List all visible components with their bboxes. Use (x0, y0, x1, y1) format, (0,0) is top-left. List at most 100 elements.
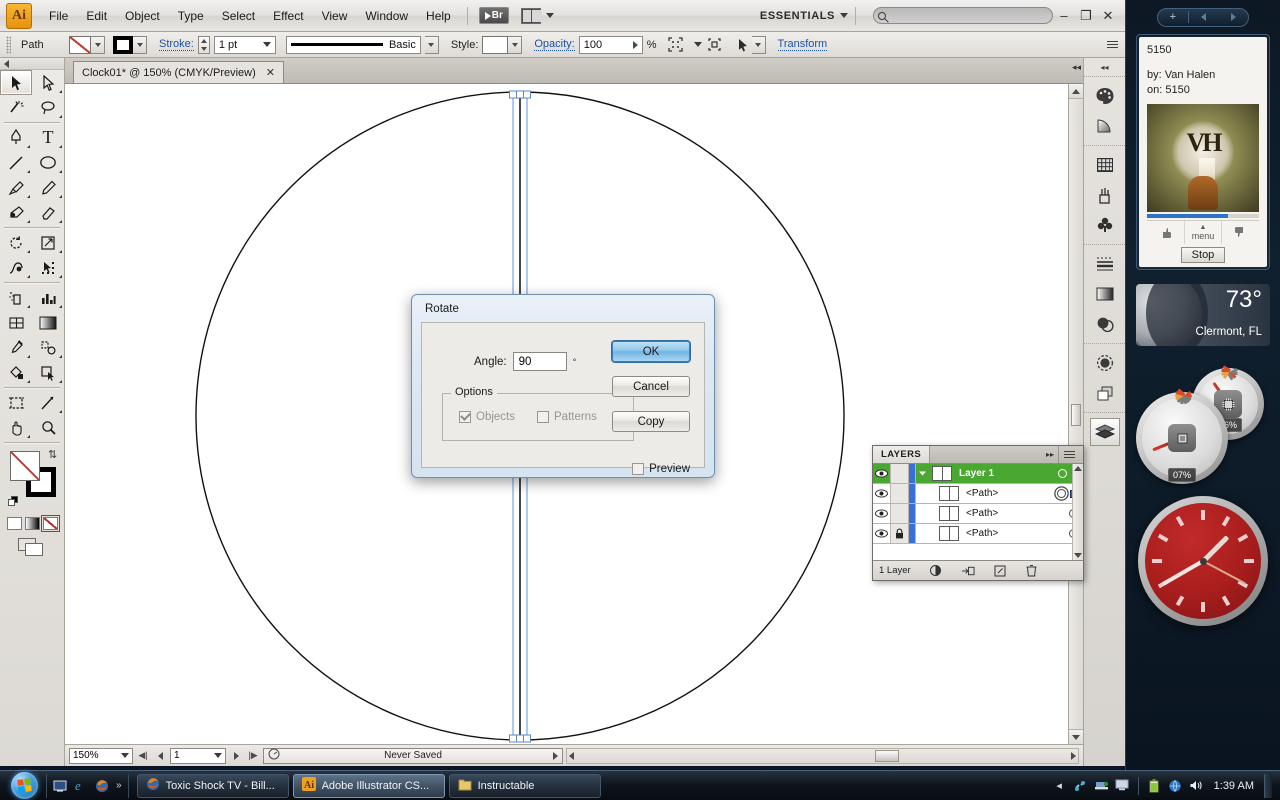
tool-blend[interactable] (32, 335, 64, 360)
cursor-arrow-icon[interactable] (734, 36, 752, 54)
objects-checkbox[interactable] (459, 411, 471, 423)
battery-icon[interactable] (1147, 778, 1162, 793)
swatches-panel-icon[interactable] (1090, 151, 1120, 179)
restore-button[interactable]: ❐ (1075, 8, 1097, 24)
layers-panel[interactable]: LAYERS ▸▸ Layer 1 (872, 445, 1084, 581)
collapse-panel-icon[interactable]: ▸▸ (1042, 446, 1058, 463)
horizontal-scroll-thumb[interactable] (875, 750, 899, 762)
tool-scale[interactable] (32, 230, 64, 255)
quick-launch-overflow-chevron[interactable]: » (114, 780, 124, 791)
page-number-combo[interactable]: 1 (170, 748, 226, 764)
tool-pencil[interactable] (32, 175, 64, 200)
layer-row-path-3[interactable]: <Path> (873, 524, 1083, 544)
safely-remove-hardware-icon[interactable] (1094, 778, 1109, 793)
layer-name[interactable]: Layer 1 (955, 468, 1041, 479)
layer-row-path-2[interactable]: <Path> (873, 504, 1083, 524)
control-panel-menu-icon[interactable] (1107, 38, 1121, 52)
show-hidden-icons-chevron[interactable]: ◂ (1052, 778, 1067, 793)
transparency-panel-icon[interactable] (1090, 310, 1120, 338)
path-name[interactable]: <Path> (962, 508, 1041, 519)
stroke-panel-icon[interactable] (1090, 250, 1120, 278)
resource-meter-gadget[interactable]: 46% 07% (1132, 366, 1274, 486)
scroll-down-button[interactable] (1069, 729, 1083, 744)
visibility-toggle-eye-icon[interactable] (873, 524, 891, 543)
tool-mesh[interactable] (0, 310, 32, 335)
layers-panel-menu-icon[interactable] (1058, 446, 1083, 463)
tool-symbol-sprayer[interactable] (0, 285, 32, 310)
select-similar-objects-icon[interactable] (667, 36, 685, 54)
tool-eyedropper[interactable] (0, 335, 32, 360)
gradient-fill-mode-button[interactable] (25, 517, 40, 530)
taskbar-button-illustrator[interactable]: Ai Adobe Illustrator CS... (293, 774, 445, 798)
menu-help[interactable]: Help (417, 5, 460, 27)
media-progress-bar[interactable] (1147, 214, 1259, 218)
angle-input[interactable]: 90 (513, 352, 567, 371)
tool-column-graph[interactable] (32, 285, 64, 310)
display-icon[interactable] (1115, 778, 1130, 793)
start-button[interactable] (2, 772, 46, 800)
control-bar-grip[interactable] (6, 36, 11, 54)
copy-button[interactable]: Copy (612, 411, 690, 432)
layers-scroll-down-icon[interactable] (1074, 553, 1082, 558)
lock-toggle[interactable] (891, 484, 909, 503)
canvas-horizontal-scrollbar[interactable] (566, 748, 1079, 764)
brush-definition-combo[interactable]: Basic (286, 36, 421, 54)
tool-artboard[interactable] (0, 390, 32, 415)
transform-label[interactable]: Transform (778, 38, 828, 51)
color-fill-mode-button[interactable] (7, 517, 22, 530)
fill-swatch-none[interactable] (69, 36, 91, 54)
menu-view[interactable]: View (313, 5, 357, 27)
preview-checkbox[interactable] (632, 463, 644, 475)
appearance-panel-icon[interactable] (1090, 349, 1120, 377)
add-gadget-button[interactable]: + (1158, 11, 1188, 23)
align-objects-icon[interactable] (706, 36, 724, 54)
layers-panel-icon[interactable] (1090, 418, 1120, 446)
vertical-scroll-thumb[interactable] (1071, 404, 1081, 426)
tab-layers[interactable]: LAYERS (873, 446, 930, 463)
path-name[interactable]: <Path> (962, 488, 1041, 499)
tool-line-segment[interactable] (0, 150, 32, 175)
document-tab[interactable]: Clock01* @ 150% (CMYK/Preview) ✕ (73, 61, 284, 83)
symbols-panel-icon[interactable] (1090, 211, 1120, 239)
tool-live-paint-selection[interactable] (32, 360, 64, 385)
lock-toggle-locked-icon[interactable] (891, 524, 909, 543)
tool-ellipse[interactable] (32, 150, 64, 175)
isolation-control[interactable] (734, 36, 766, 54)
network-icon[interactable] (1168, 778, 1183, 793)
previous-page-button[interactable] (153, 748, 167, 764)
tool-lasso[interactable] (32, 95, 64, 120)
create-new-layer-icon[interactable] (993, 565, 1007, 577)
layers-scroll-up-icon[interactable] (1074, 466, 1082, 471)
lock-toggle[interactable] (891, 504, 909, 523)
workspace-switcher-label[interactable]: ESSENTIALS (760, 10, 835, 22)
visibility-toggle-eye-icon[interactable] (873, 504, 891, 523)
close-button[interactable]: ✕ (1097, 8, 1119, 24)
menu-edit[interactable]: Edit (77, 5, 116, 27)
menu-type[interactable]: Type (169, 5, 213, 27)
volume-icon[interactable] (1189, 778, 1204, 793)
workspace-chevron-down-icon[interactable] (840, 13, 848, 18)
last-page-button[interactable]: |▶ (246, 748, 260, 764)
layer-row-layer1[interactable]: Layer 1 (873, 464, 1083, 484)
layers-list[interactable]: Layer 1 <Path> (873, 464, 1083, 560)
tool-direct-selection[interactable] (32, 70, 64, 95)
tool-selection[interactable] (0, 70, 32, 95)
network-connection-icon[interactable] (1073, 778, 1088, 793)
visibility-toggle-eye-icon[interactable] (873, 484, 891, 503)
menu-effect[interactable]: Effect (264, 5, 312, 27)
tool-rotate[interactable] (0, 230, 32, 255)
show-desktop-icon[interactable] (51, 777, 69, 795)
tool-zoom[interactable] (32, 415, 64, 440)
fill-dropdown-chevron-icon[interactable] (91, 36, 105, 54)
clock-gadget[interactable] (1138, 496, 1268, 626)
canvas-vertical-scrollbar[interactable] (1068, 84, 1083, 744)
thumbs-down-icon[interactable] (1147, 221, 1185, 244)
stroke-dropdown-chevron-icon[interactable] (133, 36, 147, 54)
scroll-left-button[interactable] (569, 752, 574, 760)
stroke-color-control[interactable] (113, 36, 147, 54)
thumbs-up-icon[interactable] (1222, 221, 1259, 244)
internet-explorer-icon[interactable]: e (72, 777, 90, 795)
color-panel-icon[interactable] (1090, 82, 1120, 110)
close-icon[interactable]: ✕ (266, 66, 275, 79)
delete-selection-trash-icon[interactable] (1025, 564, 1039, 577)
